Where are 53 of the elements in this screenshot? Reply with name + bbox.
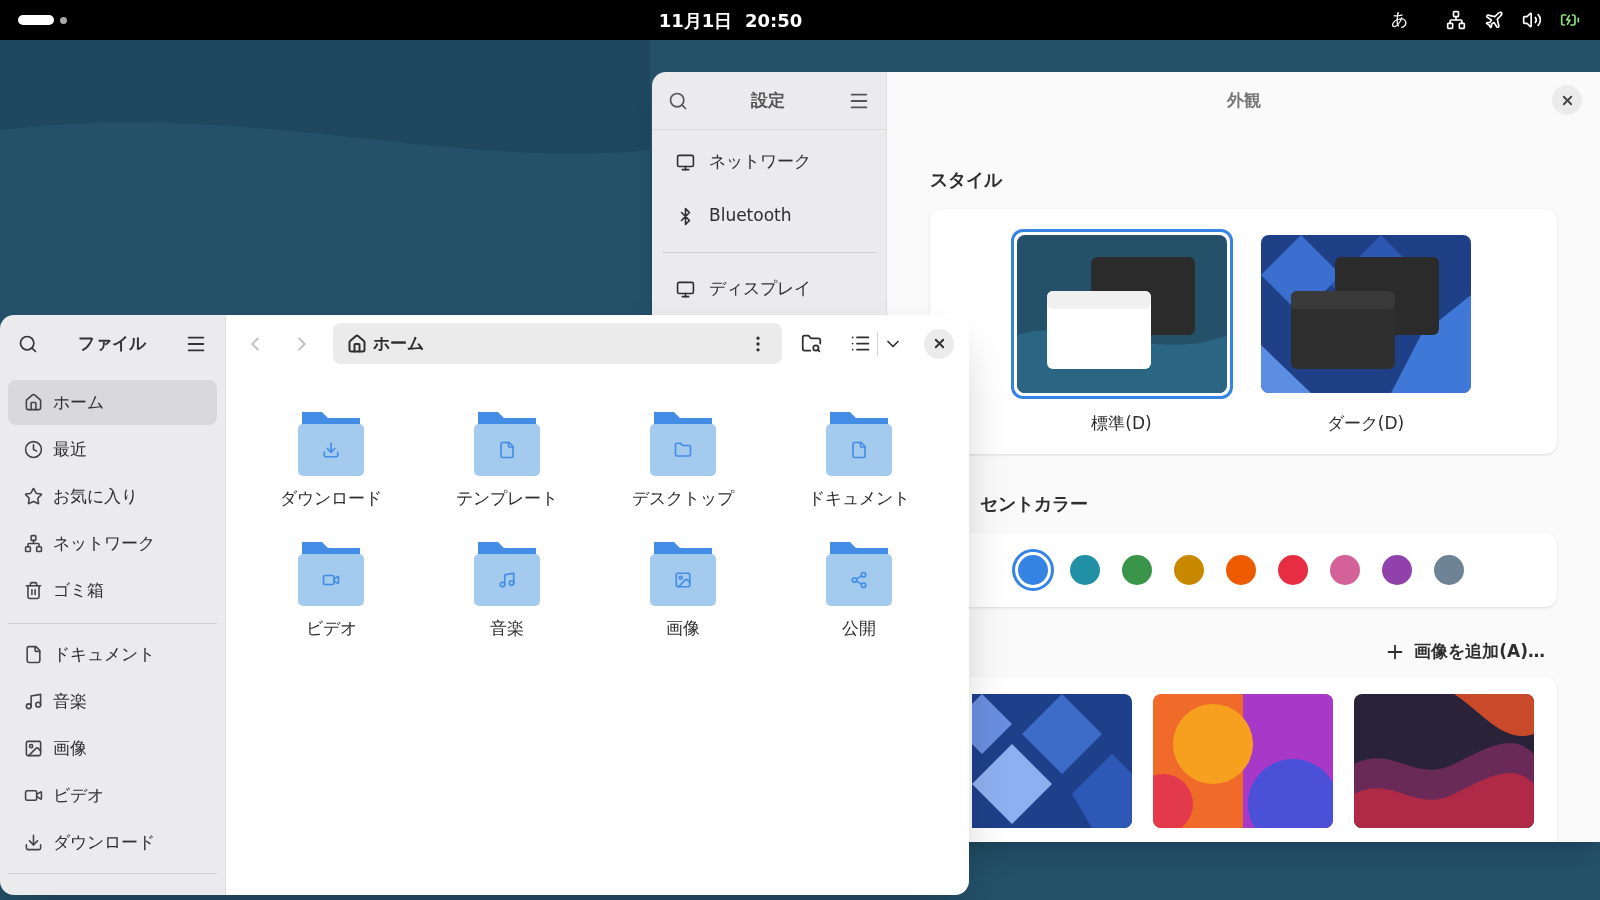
sidebar-item[interactable]: 音楽 [8, 679, 217, 724]
sidebar-item[interactable]: ダウンロード [8, 820, 217, 865]
folder-item[interactable]: デスクトップ [595, 408, 771, 512]
home-icon [24, 393, 43, 412]
clock[interactable]: 11月1日 20:50 [658, 6, 803, 34]
image-icon [24, 739, 43, 758]
folder-item[interactable]: テンプレート [419, 408, 595, 512]
folder-item[interactable]: ドキュメント [771, 408, 947, 512]
folder-item[interactable]: 公開 [771, 537, 947, 641]
home-icon [347, 333, 367, 354]
document-icon [24, 645, 43, 664]
clock-icon [24, 440, 43, 459]
add-image-button[interactable]: 画像を追加(A)… [1384, 639, 1545, 665]
sidebar-item[interactable]: ディスプレイ [660, 267, 878, 311]
network-icon [24, 534, 43, 553]
input-method-indicator[interactable]: あ [1391, 7, 1408, 33]
folder-item[interactable]: ダウンロード [243, 408, 419, 512]
section-heading: スタイル [930, 168, 1004, 192]
accent-color-swatch[interactable] [1012, 549, 1054, 591]
download-icon [24, 833, 43, 852]
sidebar-item[interactable]: ネットワーク [660, 140, 878, 184]
style-label: ダーク(D) [1326, 412, 1405, 435]
monitor-icon [676, 152, 695, 172]
folder-search-icon [800, 333, 822, 354]
sidebar-item[interactable]: ホーム [8, 380, 217, 425]
sidebar-title: ファイル [77, 331, 146, 355]
folder-item[interactable]: 音楽 [419, 537, 595, 641]
folder-item[interactable]: ビデオ [243, 537, 419, 641]
search-icon[interactable] [668, 90, 688, 111]
sidebar-item[interactable]: ゴミ箱 [8, 568, 217, 613]
search-icon[interactable] [18, 333, 38, 354]
sidebar-title: 設定 [751, 88, 785, 112]
sidebar-item[interactable]: 最近 [8, 427, 217, 472]
star-icon [24, 487, 43, 506]
path-bar[interactable]: ホーム [333, 323, 782, 364]
close-button[interactable] [924, 328, 954, 359]
sidebar-item[interactable]: ドキュメント [8, 632, 217, 677]
network-icon[interactable] [1446, 10, 1466, 30]
music-icon [24, 692, 43, 711]
airplane-icon[interactable] [1484, 10, 1504, 30]
window-title: 外観 [1226, 89, 1261, 113]
close-button[interactable] [1552, 85, 1582, 115]
folder-item[interactable]: 画像 [595, 537, 771, 641]
monitor-icon [676, 279, 695, 299]
section-heading: セントカラー [980, 492, 1089, 516]
sidebar-item[interactable]: ネットワーク [8, 521, 217, 566]
sidebar-item[interactable]: 画像 [8, 726, 217, 771]
trash-icon [24, 581, 43, 600]
sidebar-item[interactable]: ビデオ [8, 773, 217, 818]
sidebar-item[interactable]: Bluetooth [660, 194, 878, 238]
style-label: 標準(D) [1091, 412, 1152, 435]
sidebar-item[interactable]: お気に入り [8, 474, 217, 519]
volume-icon[interactable] [1522, 10, 1542, 30]
